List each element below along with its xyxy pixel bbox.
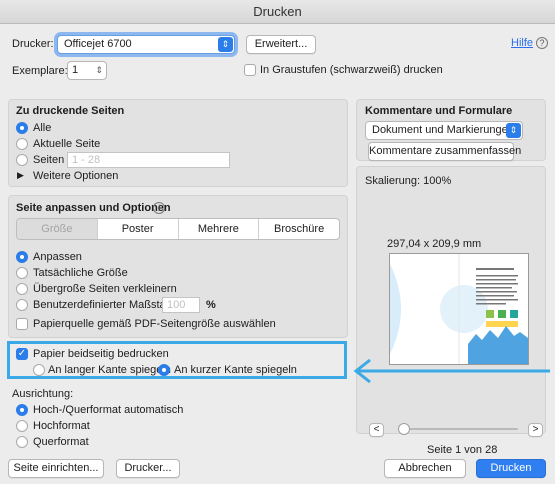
next-page-button[interactable]: >: [528, 423, 543, 437]
orientation-heading: Ausrichtung:: [12, 388, 74, 400]
paper-source-label: Papierquelle gemäß PDF-Seitengröße auswä…: [33, 318, 276, 330]
disclosure-triangle-icon[interactable]: ▶: [17, 170, 24, 181]
advanced-button[interactable]: Erweitert...: [246, 35, 316, 54]
page-preview-graphic: [390, 254, 528, 364]
chevron-updown-icon: ⇕: [506, 123, 521, 138]
fit-heading: Seite anpassen und Optionen: [16, 202, 171, 214]
radio-fit-label: Anpassen: [33, 251, 82, 263]
tab-multiple[interactable]: Mehrere: [179, 219, 260, 239]
radio-actual-size-label: Tatsächliche Größe: [33, 267, 128, 279]
copies-label: Exemplare:: [12, 65, 68, 77]
info-icon[interactable]: i: [153, 202, 165, 214]
radio-pages-label: Seiten: [33, 154, 65, 166]
radio-shrink[interactable]: [16, 283, 28, 295]
radio-custom-scale-label: Benutzerdefinierter Maßstab:: [33, 299, 175, 311]
chevron-updown-icon: ⇕: [218, 37, 233, 52]
duplex-label: Papier beidseitig bedrucken: [33, 348, 169, 360]
printer-button[interactable]: Drucker...: [116, 459, 180, 478]
radio-all[interactable]: [16, 122, 28, 134]
cancel-button[interactable]: Abbrechen: [384, 459, 466, 478]
page-status: Seite 1 von 28: [427, 444, 498, 456]
tab-booklet[interactable]: Broschüre: [259, 219, 339, 239]
radio-all-label: Alle: [33, 122, 52, 134]
copies-value: 1: [72, 64, 79, 76]
radio-portrait[interactable]: [16, 420, 28, 432]
paper-source-checkbox[interactable]: [16, 318, 28, 330]
page-setup-button[interactable]: Seite einrichten...: [8, 459, 104, 478]
more-options-label[interactable]: Weitere Optionen: [33, 170, 118, 182]
grayscale-checkbox[interactable]: [244, 64, 256, 76]
radio-custom-scale[interactable]: [16, 299, 28, 311]
slider-thumb[interactable]: [398, 423, 410, 435]
printer-select[interactable]: Officejet 6700 ⇕: [57, 35, 235, 54]
radio-fit[interactable]: [16, 251, 28, 263]
page-size-label: 297,04 x 209,9 mm: [387, 238, 482, 250]
radio-current-page[interactable]: [16, 138, 28, 150]
copies-stepper[interactable]: 1 ⇕: [67, 61, 107, 80]
radio-auto-orientation[interactable]: [16, 404, 28, 416]
printer-label: Drucker:: [12, 38, 54, 50]
printer-select-value: Officejet 6700: [64, 38, 132, 50]
page-preview: [389, 253, 529, 365]
scaling-label: Skalierung: 100%: [365, 175, 452, 187]
arrow-left-icon: [353, 358, 550, 384]
pages-range-input[interactable]: 1 - 28: [67, 152, 230, 168]
pages-heading: Zu druckende Seiten: [16, 105, 125, 117]
tab-size[interactable]: Größe: [17, 219, 98, 239]
radio-long-edge-label: An langer Kante spiegeln: [48, 364, 171, 376]
page-slider[interactable]: [398, 422, 518, 436]
duplex-checkbox[interactable]: ✓: [16, 348, 28, 360]
grayscale-label: In Graustufen (schwarzweiß) drucken: [260, 64, 443, 76]
help-icon[interactable]: ?: [536, 37, 548, 49]
comments-select[interactable]: Dokument und Markierungen ⇕: [365, 121, 523, 140]
radio-auto-orientation-label: Hoch-/Querformat automatisch: [33, 404, 184, 416]
radio-landscape-label: Querformat: [33, 436, 89, 448]
window-title: Drucken: [0, 0, 555, 24]
summarize-comments-button[interactable]: Kommentare zusammenfassen: [368, 142, 521, 161]
comments-select-value: Dokument und Markierungen: [372, 124, 514, 136]
radio-portrait-label: Hochformat: [33, 420, 90, 432]
tab-poster[interactable]: Poster: [98, 219, 179, 239]
radio-short-edge[interactable]: [158, 364, 170, 376]
percent-label: %: [206, 299, 216, 311]
radio-long-edge[interactable]: [33, 364, 45, 376]
prev-page-button[interactable]: <: [369, 423, 384, 437]
slider-track: [398, 428, 518, 430]
radio-shrink-label: Übergroße Seiten verkleinern: [33, 283, 177, 295]
radio-actual-size[interactable]: [16, 267, 28, 279]
print-button[interactable]: Drucken: [476, 459, 546, 478]
radio-current-page-label: Aktuelle Seite: [33, 138, 101, 150]
custom-scale-input[interactable]: 100: [162, 297, 200, 313]
comments-heading: Kommentare und Formulare: [365, 105, 513, 117]
size-mode-tabs: Größe Poster Mehrere Broschüre: [16, 218, 340, 240]
radio-landscape[interactable]: [16, 436, 28, 448]
help-link[interactable]: Hilfe: [511, 37, 533, 49]
radio-short-edge-label: An kurzer Kante spiegeln: [174, 364, 297, 376]
radio-pages[interactable]: [16, 154, 28, 166]
stepper-icon[interactable]: ⇕: [95, 62, 103, 79]
